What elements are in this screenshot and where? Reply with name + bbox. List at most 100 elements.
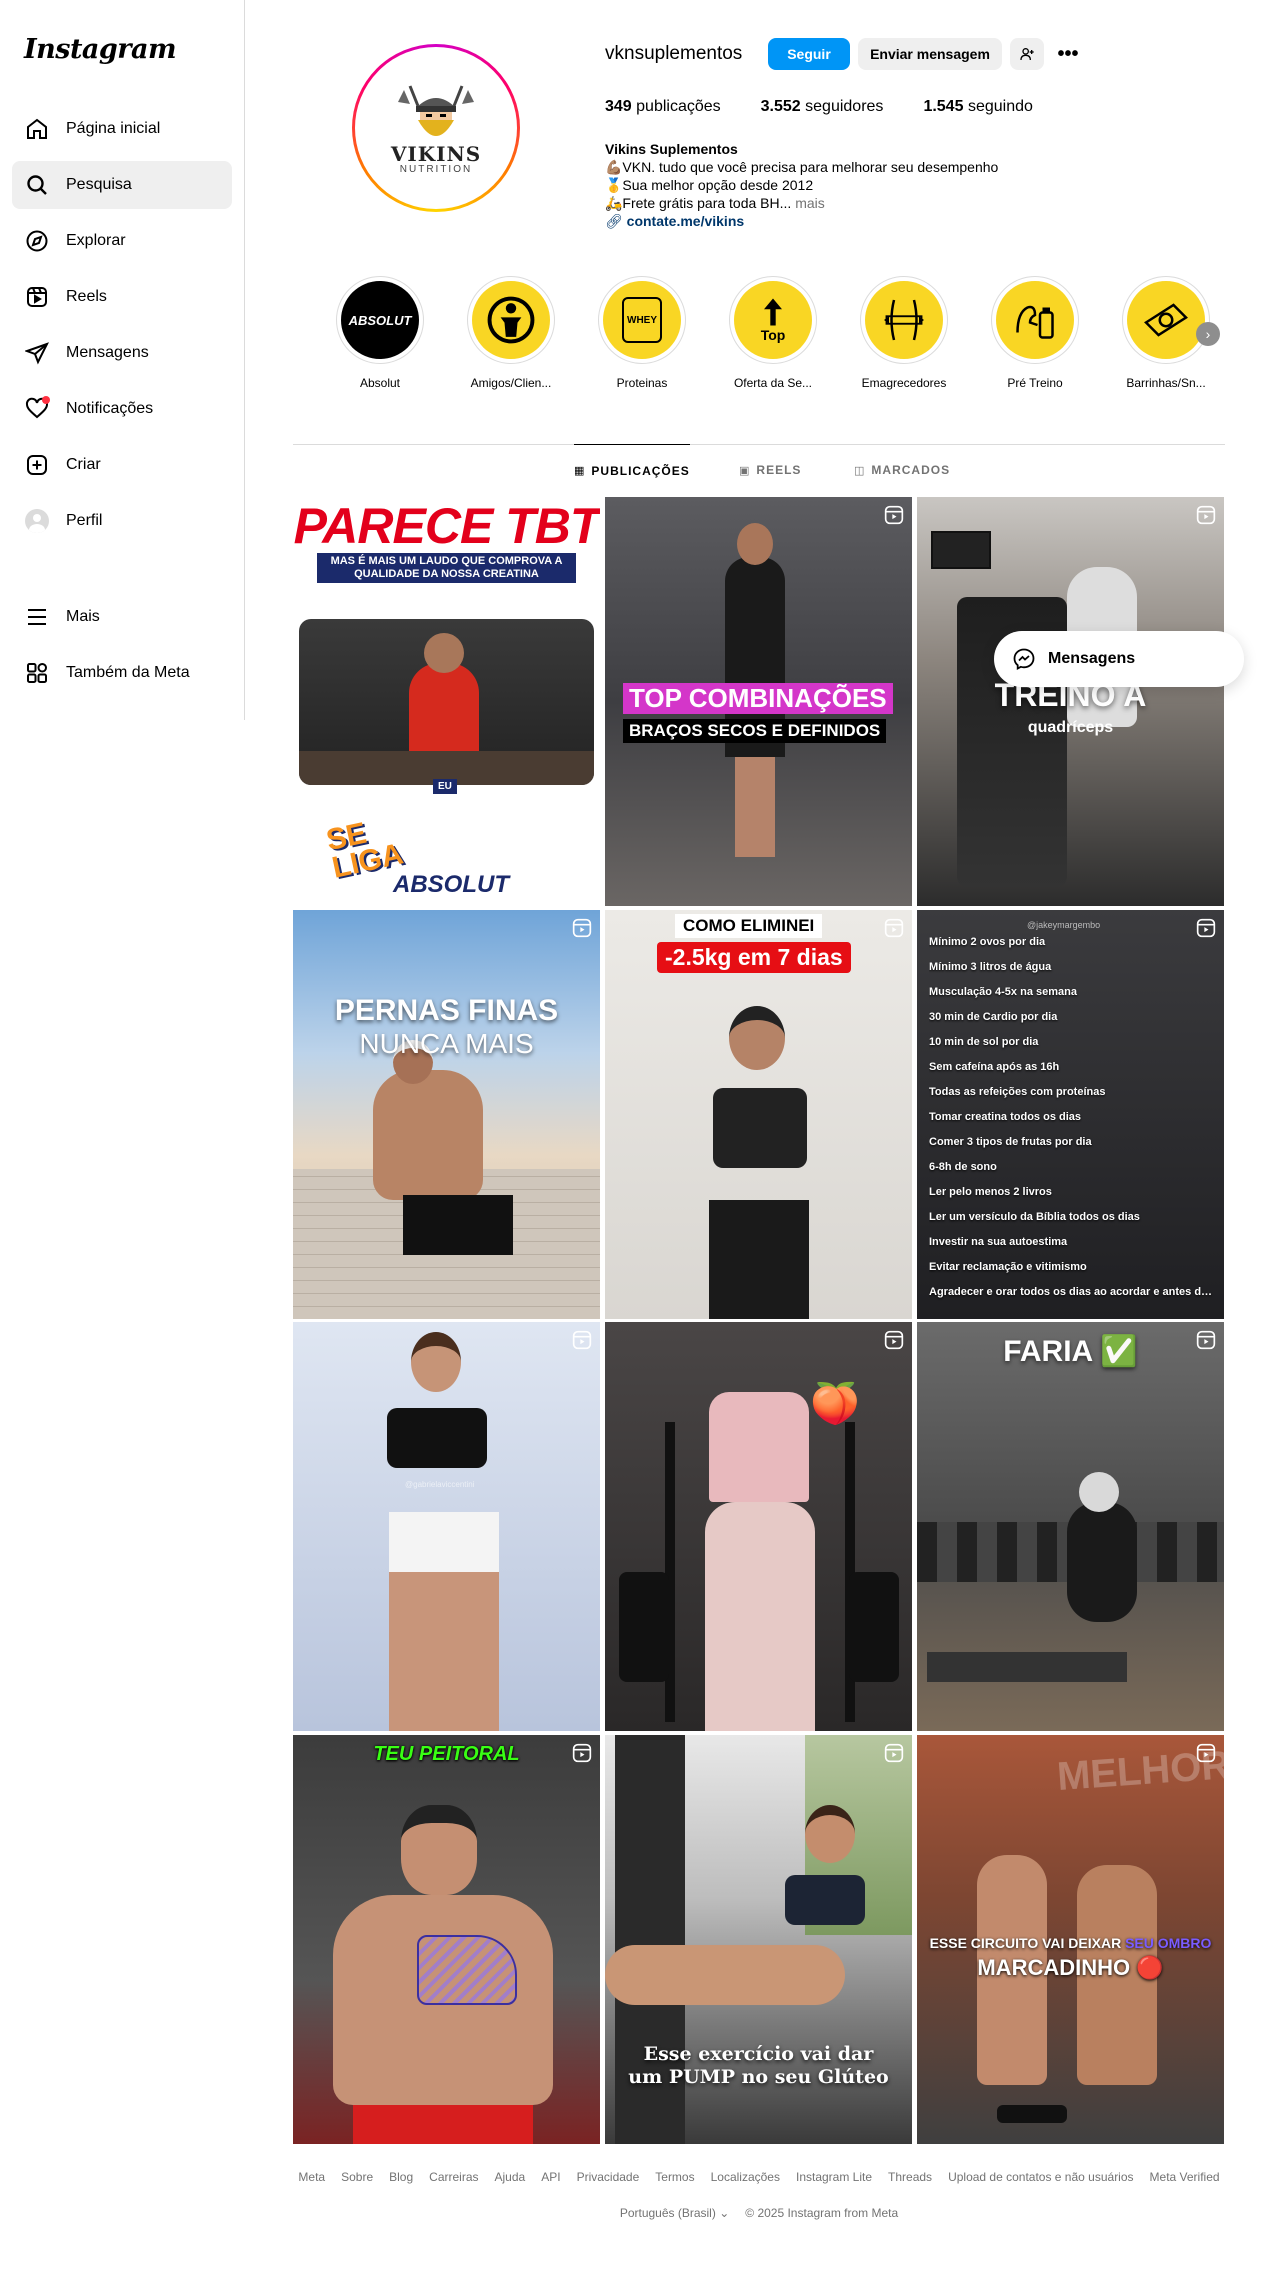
reel-badge-icon <box>572 1743 592 1763</box>
nav-notifications[interactable]: Notificações <box>12 385 232 433</box>
post-brand: ABSOLUT <box>393 871 509 898</box>
nav-reels[interactable]: Reels <box>12 273 232 321</box>
footer-link[interactable]: API <box>541 2170 560 2184</box>
nav-label: Notificações <box>66 400 154 417</box>
checklist-item: Agradecer e orar todos os dias ao acorda… <box>929 1286 1214 1298</box>
footer-link[interactable]: Sobre <box>341 2170 373 2184</box>
nav-also-from-meta[interactable]: Também da Meta <box>12 649 232 697</box>
language-selector[interactable]: Português (Brasil) ⌄ <box>620 2206 729 2220</box>
more-options-button[interactable]: ••• <box>1052 38 1084 70</box>
checklist-item: Tomar creatina todos os dias <box>929 1111 1082 1123</box>
nav-label: Mais <box>66 608 100 625</box>
arrow-up-icon <box>764 298 782 326</box>
checklist-item: Sem cafeína após as 16h <box>929 1061 1060 1073</box>
nav-profile[interactable]: Perfil <box>12 497 232 545</box>
highlight-absolut[interactable]: ABSOLUT Absolut <box>330 276 430 390</box>
viking-head-icon <box>398 84 474 136</box>
profile-picture[interactable]: VIKINS NUTRITION <box>352 44 520 212</box>
tab-reels[interactable]: ▣ REELS <box>739 444 801 496</box>
bio-line: 💪🏽VKN. tudo que você precisa para melhor… <box>605 159 999 175</box>
footer-link[interactable]: Threads <box>888 2170 932 2184</box>
nav-home[interactable]: Página inicial <box>12 105 232 153</box>
footer-link[interactable]: Instagram Lite <box>796 2170 872 2184</box>
reels-icon <box>24 284 50 310</box>
post-subtitle: MARCADINHO 🔴 <box>977 1955 1164 1980</box>
post-tile-6[interactable]: @jakeymargembo Mínimo 2 ovos por dia Míni… <box>917 910 1224 1319</box>
person-shorts <box>403 1195 513 1255</box>
person-legs <box>389 1572 499 1731</box>
suggested-accounts-button[interactable] <box>1010 38 1044 70</box>
highlight-label: Proteinas <box>616 376 668 390</box>
highlight-oferta[interactable]: Top Oferta da Se... <box>723 276 823 390</box>
footer-link[interactable]: Privacidade <box>577 2170 640 2184</box>
highlight-amigos[interactable]: Amigos/Clien... <box>461 276 561 390</box>
footer-link[interactable]: Blog <box>389 2170 413 2184</box>
highlights-next-button[interactable]: › <box>1196 322 1220 346</box>
post-tile-5[interactable]: COMO ELIMINEI -2.5kg em 7 dias <box>605 910 912 1319</box>
post-subtitle: MAS É MAIS UM LAUDO QUE COMPROVA A QUALI… <box>317 553 576 583</box>
post-tile-4[interactable]: PERNAS FINAS NUNCA MAIS <box>293 910 600 1319</box>
profile-username: vknsuplementos <box>605 43 743 64</box>
checklist-item: 30 min de Cardio por dia <box>929 1011 1058 1023</box>
post-tile-12[interactable]: MELHOR ESSE CIRCUITO VAI DEIXAR SEU OMBR… <box>917 1735 1224 2144</box>
person-head <box>401 1805 477 1895</box>
floating-messages-button[interactable]: Mensagens <box>994 631 1244 687</box>
tab-tagged[interactable]: ◫ MARCADOS <box>854 444 950 496</box>
nav-messages[interactable]: Mensagens <box>12 329 232 377</box>
footer-link[interactable]: Ajuda <box>495 2170 526 2184</box>
highlight-label: Absolut <box>359 376 401 390</box>
weight-plate <box>619 1572 669 1682</box>
nav-more[interactable]: Mais <box>12 593 232 641</box>
instagram-logo[interactable]: Instagram <box>24 34 177 65</box>
reel-badge-icon <box>572 918 592 938</box>
bio-more-link[interactable]: mais <box>795 195 825 211</box>
checklist-item: Mínimo 3 litros de água <box>929 961 1052 973</box>
highlight-emagrecedores[interactable]: Emagrecedores <box>854 276 954 390</box>
post-tile-1[interactable]: PARECE TBT MAS É MAIS UM LAUDO QUE COMPR… <box>293 497 600 906</box>
link-icon: 🔗︎ <box>605 213 623 229</box>
post-tile-11[interactable]: Esse exercício vai dar um PUMP no seu Gl… <box>605 1735 912 2144</box>
profile-avatar-wrap <box>24 508 50 534</box>
highlight-label: Pré Treino <box>1007 376 1063 390</box>
follow-button[interactable]: Seguir <box>768 38 850 70</box>
footer-link[interactable]: Meta <box>298 2170 325 2184</box>
post-title: COMO ELIMINEI <box>675 914 823 938</box>
search-icon <box>24 172 50 198</box>
chevron-right-icon: › <box>1205 326 1211 342</box>
following-count[interactable]: 1.545 seguindo <box>923 98 1032 116</box>
reel-badge-icon <box>884 505 904 525</box>
footer-link[interactable]: Localizações <box>711 2170 780 2184</box>
person-shorts <box>353 2105 533 2144</box>
highlight-pre-treino[interactable]: Pré Treino <box>985 276 1085 390</box>
posts-count: 349 publicações <box>605 98 721 115</box>
bio-link[interactable]: 🔗︎ contate.me/vikins <box>605 212 998 230</box>
person-head <box>729 1006 785 1070</box>
tab-posts[interactable]: ▦ PUBLICAÇÕES <box>574 444 690 496</box>
post-title: PARECE TBT <box>293 498 600 554</box>
footer-link[interactable]: Upload de contatos e não usuários <box>948 2170 1133 2184</box>
nav-explore[interactable]: Explorar <box>12 217 232 265</box>
footer-link[interactable]: Termos <box>655 2170 694 2184</box>
profile-fullname: Vikins Suplementos <box>605 141 738 157</box>
post-tile-7[interactable]: @gabrielaviccentini <box>293 1322 600 1731</box>
post-tile-9[interactable]: FARIA ✅ <box>917 1322 1224 1731</box>
person-legs <box>605 1945 845 2005</box>
whey-jar-icon: WHEY <box>622 297 662 343</box>
post-tile-3[interactable]: TREINO A quadríceps <box>917 497 1224 906</box>
reel-badge-icon <box>884 1330 904 1350</box>
highlight-proteinas[interactable]: WHEY Proteinas <box>592 276 692 390</box>
vikins-logo: VIKINS NUTRITION <box>355 47 517 209</box>
post-tile-10[interactable]: TEU PEITORAL <box>293 1735 600 2144</box>
sidebar: Instagram Página inicial Pesquisa Explor… <box>0 0 245 720</box>
post-tile-8[interactable]: 🍑 <box>605 1322 912 1731</box>
profile-avatar <box>25 509 49 533</box>
footer-link[interactable]: Carreiras <box>429 2170 478 2184</box>
person-legs <box>735 757 775 857</box>
send-message-button[interactable]: Enviar mensagem <box>858 38 1002 70</box>
post-tile-2[interactable]: TOP COMBINAÇÕES BRAÇOS SECOS E DEFINIDOS <box>605 497 912 906</box>
nav-search[interactable]: Pesquisa <box>12 161 232 209</box>
nav-create[interactable]: Criar <box>12 441 232 489</box>
followers-count[interactable]: 3.552 seguidores <box>761 98 884 116</box>
footer-link[interactable]: Meta Verified <box>1150 2170 1220 2184</box>
post-emoji: 🍑 <box>810 1382 860 1426</box>
